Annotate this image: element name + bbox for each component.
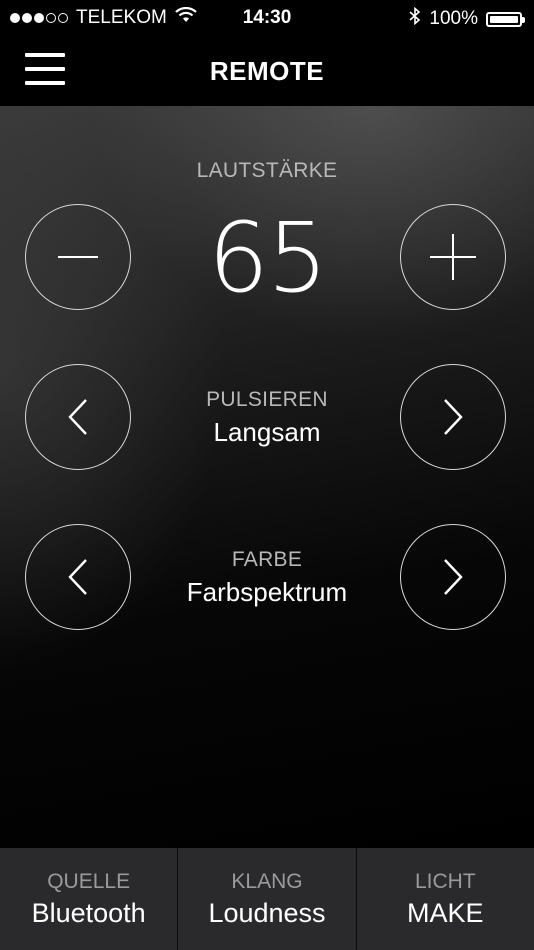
- status-right: 100%: [409, 6, 525, 31]
- status-bar: TELEKOM 14:30 100%: [0, 0, 534, 36]
- color-previous-button[interactable]: [25, 524, 131, 630]
- chevron-right-icon: [443, 399, 463, 435]
- pulse-previous-button[interactable]: [25, 364, 131, 470]
- controls-panel: LAUTSTÄRKE 65 PULSIEREN Langsam FARBE Fa…: [0, 106, 534, 848]
- nav-bar: REMOTE: [0, 36, 534, 106]
- minus-icon: [58, 255, 98, 259]
- battery-icon: [486, 11, 525, 27]
- bluetooth-icon: [409, 6, 421, 31]
- chevron-left-icon: [68, 399, 88, 435]
- chevron-left-icon: [68, 559, 88, 595]
- volume-label: LAUTSTÄRKE: [196, 159, 338, 182]
- chevron-right-icon: [443, 559, 463, 595]
- volume-decrease-button[interactable]: [25, 204, 131, 310]
- tab-light-label: LICHT: [414, 870, 476, 893]
- tab-light[interactable]: LICHT MAKE: [355, 848, 534, 950]
- battery-percent: 100%: [429, 8, 478, 29]
- tab-sound-value: Loudness: [208, 898, 326, 928]
- volume-increase-button[interactable]: [400, 204, 506, 310]
- page-title: REMOTE: [209, 56, 325, 86]
- plus-icon: [430, 234, 476, 280]
- tab-light-value: MAKE: [407, 898, 484, 928]
- remote-screen: TELEKOM 14:30 100% REMOTE LAUTSTÄRKE 65 …: [0, 0, 534, 950]
- bottom-tab-bar: QUELLE Bluetooth KLANG Loudness LICHT MA…: [0, 848, 534, 950]
- tab-source-label: QUELLE: [47, 870, 131, 893]
- tab-source-value: Bluetooth: [31, 898, 146, 928]
- tab-sound-label: KLANG: [231, 870, 303, 893]
- color-next-button[interactable]: [400, 524, 506, 630]
- pulse-next-button[interactable]: [400, 364, 506, 470]
- tab-sound[interactable]: KLANG Loudness: [177, 848, 355, 950]
- tab-source[interactable]: QUELLE Bluetooth: [0, 848, 177, 950]
